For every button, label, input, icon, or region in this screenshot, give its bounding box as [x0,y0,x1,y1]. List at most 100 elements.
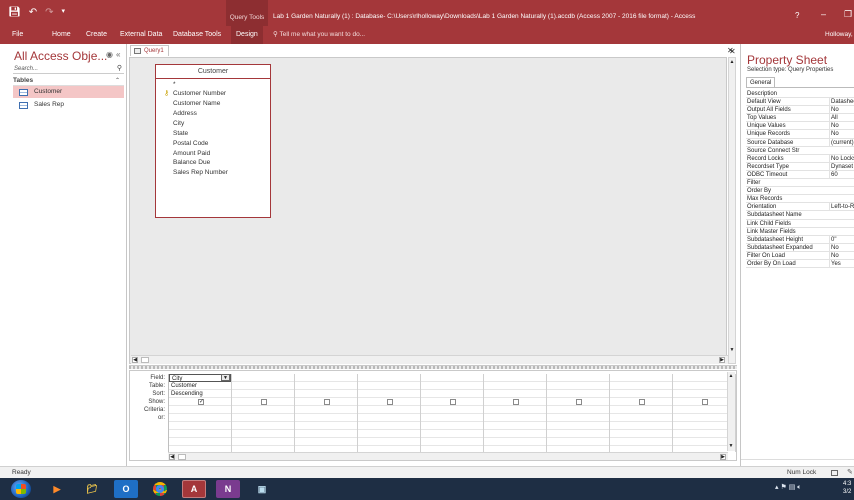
grid-cell-or[interactable] [484,430,546,438]
grid-cell-field[interactable] [610,374,672,382]
scroll-left-icon[interactable]: ◀ [169,454,175,460]
start-button[interactable] [11,480,31,498]
grid-cell-table[interactable] [547,382,609,390]
nav-pane-title[interactable]: All Access Obje... [14,49,107,63]
nav-item-sales-rep[interactable]: Sales Rep [13,99,124,111]
grid-cell-table[interactable] [673,382,735,390]
property-value[interactable]: No Locks [829,154,854,163]
field-state[interactable]: State [173,130,188,137]
close-icon[interactable]: ✕ [729,47,736,56]
network-icon[interactable]: ▤ [789,484,796,491]
show-checkbox[interactable] [450,399,456,405]
property-row[interactable]: Max Records [746,195,854,204]
grid-cell-or[interactable] [673,430,735,438]
grid-hscroll[interactable]: ◀ ▶ [168,452,728,460]
property-value[interactable]: Yes [829,259,854,268]
grid-cell-field[interactable] [547,374,609,382]
grid-cell-field[interactable] [232,374,294,382]
grid-cell-or[interactable] [169,422,231,430]
property-row[interactable]: Unique Values No [746,122,854,131]
table-pane-hscroll[interactable]: ◀ ▶ [131,355,729,364]
property-row[interactable]: Order By [746,187,854,196]
grid-cell-sort[interactable] [673,390,735,398]
field-list-title[interactable]: Customer [156,65,270,79]
grid-cell-or[interactable] [358,414,420,422]
grid-cell-or[interactable] [673,438,735,446]
property-row[interactable]: Unique Records No [746,130,854,139]
clock[interactable]: 4:3 3/2 [843,480,851,496]
property-row[interactable]: Recordset Type Dynaset [746,162,854,171]
tab-external-data[interactable]: External Data [120,26,162,44]
scroll-down-icon[interactable]: ▼ [728,443,734,449]
show-checkbox[interactable] [261,399,267,405]
field-sales-rep-number[interactable]: Sales Rep Number [173,169,228,176]
tab-query1[interactable]: Query1 [130,45,169,56]
grid-cell-or[interactable] [421,422,483,430]
nav-group-tables[interactable]: Tables ⌃ [13,77,124,86]
property-row[interactable]: Filter [746,179,854,188]
grid-cell-sort[interactable] [421,390,483,398]
customize-qat-icon[interactable]: ▾ [61,7,65,18]
property-row[interactable]: Top Values All [746,114,854,123]
minimize-icon[interactable]: – [821,9,826,19]
grid-cell-criteria[interactable] [232,406,294,414]
field-city[interactable]: City [173,120,184,127]
property-row[interactable]: Orientation Left-to-Right [746,203,854,212]
datasheet-view-icon[interactable] [831,470,838,476]
grid-cell-field[interactable] [295,374,357,382]
grid-cell-sort[interactable] [484,390,546,398]
field-address[interactable]: Address [173,110,197,117]
scroll-right-icon[interactable]: ▶ [719,357,725,363]
show-checkbox[interactable] [639,399,645,405]
grid-cell-table[interactable]: Customer [169,382,231,390]
field-list-customer[interactable]: Customer * ⚷ Customer Number Customer Na… [155,64,271,218]
property-value[interactable]: No [829,251,854,260]
tell-me-box[interactable]: ⚲ Tell me what you want to do... [273,26,365,44]
property-value[interactable]: 60 [829,170,854,179]
grid-cell-or[interactable] [232,430,294,438]
remote-desktop-icon[interactable]: ▣ [250,480,274,498]
volume-icon[interactable]: 🔈︎ [797,484,801,491]
grid-cell-or[interactable] [610,414,672,422]
property-value[interactable]: Left-to-Right [829,203,854,212]
field-balance-due[interactable]: Balance Due [173,159,210,166]
grid-cell-or[interactable] [358,438,420,446]
grid-cell-or[interactable] [295,430,357,438]
chevron-up-icon[interactable]: ⌃ [115,77,120,84]
grid-cell-or[interactable] [484,422,546,430]
property-value[interactable]: Dynaset [829,162,854,171]
property-row[interactable]: Link Child Fields [746,220,854,228]
field-amount-paid[interactable]: Amount Paid [173,150,210,157]
grid-cell-sort[interactable] [547,390,609,398]
property-row[interactable]: Link Master Fields [746,228,854,236]
table-pane-vscroll[interactable]: ▲ ▼ [728,57,736,364]
grid-cell-sort[interactable] [232,390,294,398]
grid-cell-or[interactable] [610,422,672,430]
grid-cell-or[interactable] [547,430,609,438]
onenote-icon[interactable]: N [216,480,240,498]
grid-vscroll[interactable]: ▲ ▼ [727,372,735,451]
grid-cell-or[interactable] [358,422,420,430]
grid-cell-or[interactable] [673,414,735,422]
show-checkbox[interactable] [513,399,519,405]
property-row[interactable]: Source Database (current) [746,138,854,147]
tab-general[interactable]: General [746,77,776,87]
search-icon[interactable]: ⚲ [117,64,122,74]
outlook-icon[interactable]: O [114,480,138,498]
grid-cell-criteria[interactable] [169,406,231,414]
grid-cell-field[interactable] [484,374,546,382]
grid-cell-or[interactable] [547,414,609,422]
grid-cell-or[interactable] [421,438,483,446]
grid-cell-field[interactable] [358,374,420,382]
tab-file[interactable]: File [12,26,23,44]
show-checkbox[interactable]: ✓ [198,399,204,405]
grid-cell-sort[interactable] [610,390,672,398]
windows-media-player-icon[interactable]: ▶ [45,480,69,498]
flag-icon[interactable]: ⚑ [780,484,786,491]
user-name[interactable]: Holloway, [825,26,853,44]
grid-cell-table[interactable] [232,382,294,390]
grid-cell-or[interactable] [295,422,357,430]
tab-design[interactable]: Design [231,26,263,44]
property-row[interactable]: Source Connect Str [746,147,854,155]
tray-chevron-icon[interactable]: ▴ [775,484,779,491]
